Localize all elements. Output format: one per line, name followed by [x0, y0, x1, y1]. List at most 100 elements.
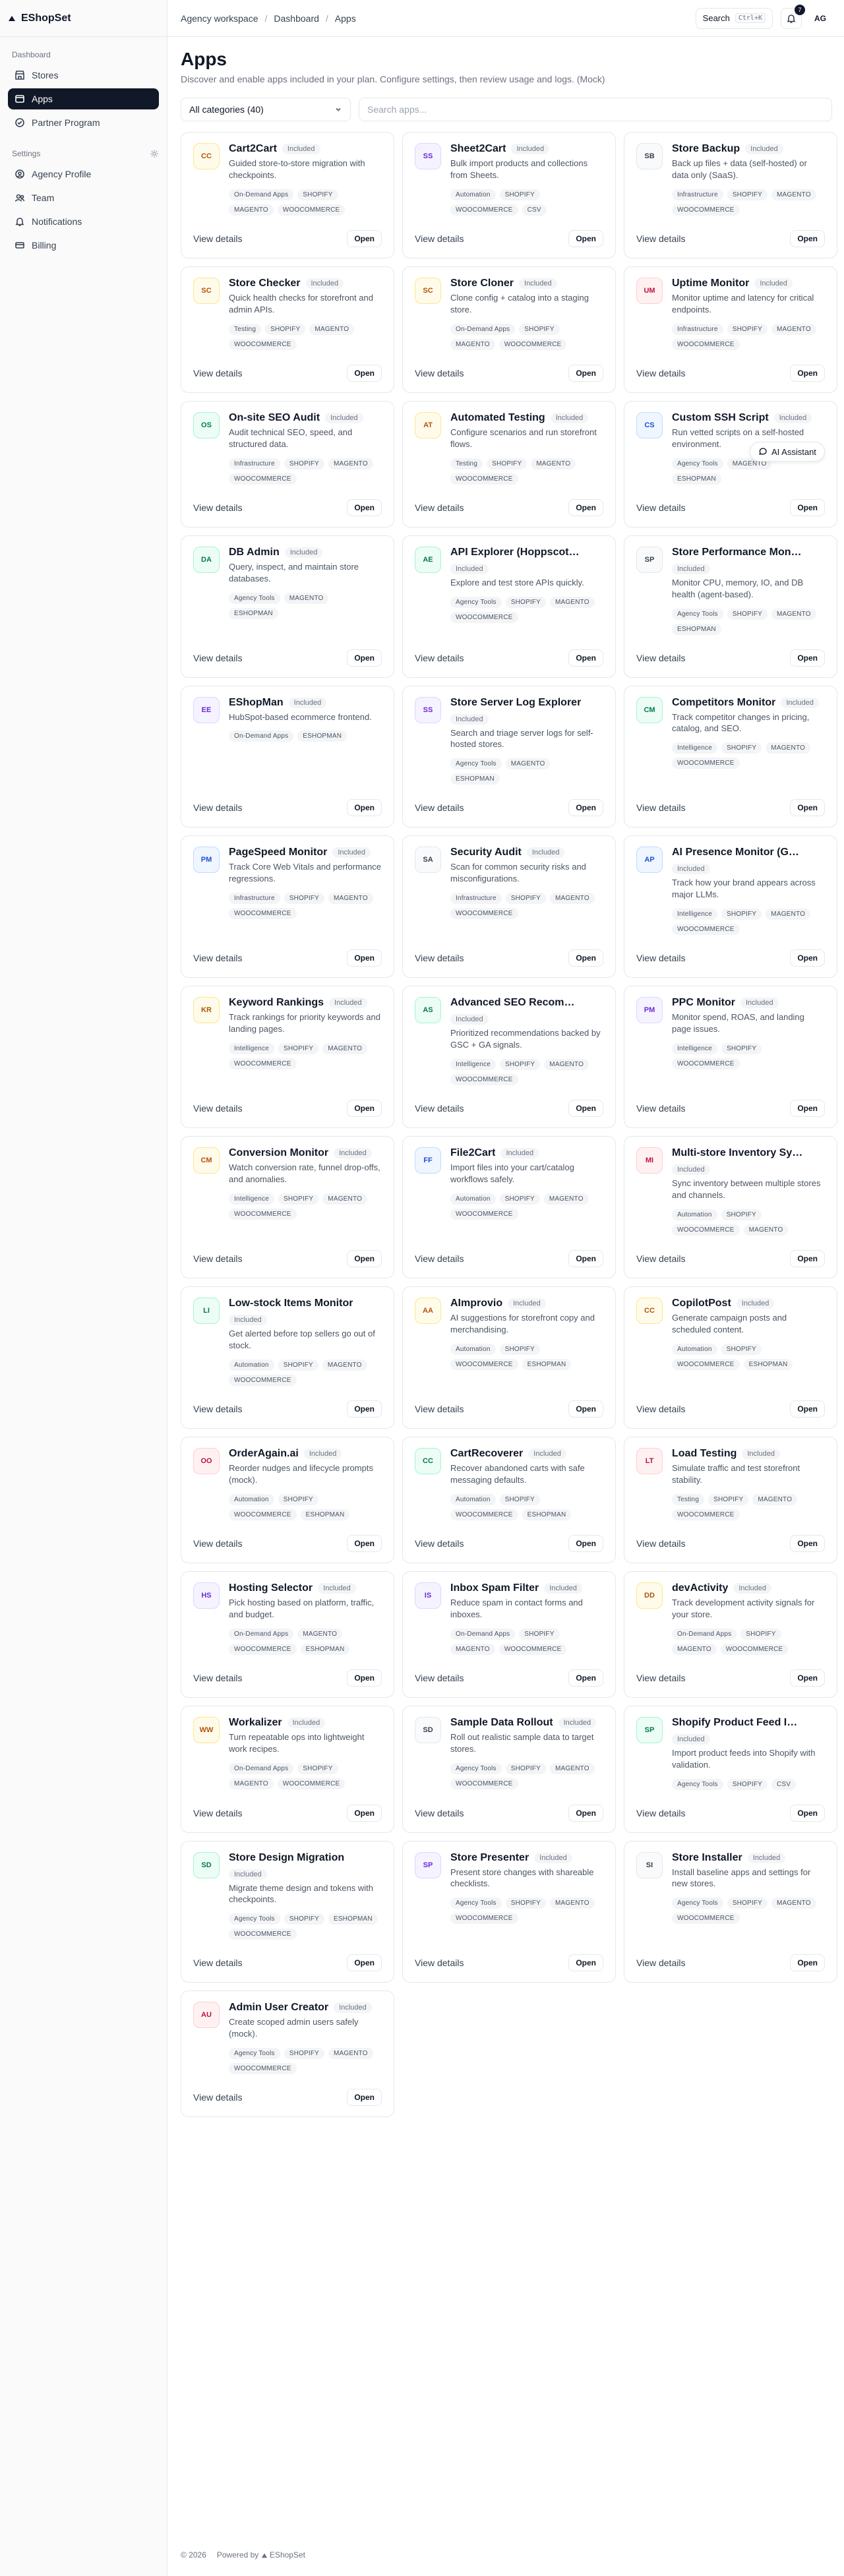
view-details-link[interactable]: View details [193, 1958, 242, 1968]
open-button[interactable]: Open [568, 229, 603, 247]
ai-assistant-button[interactable]: AI Assistant [750, 442, 825, 462]
open-button[interactable]: Open [347, 1250, 382, 1267]
view-details-link[interactable]: View details [415, 1958, 464, 1968]
open-button[interactable]: Open [568, 799, 603, 817]
breadcrumb-item-workspace[interactable]: Agency workspace [181, 13, 258, 24]
app-card[interactable]: SP Store Performance Monitor Included Mo… [624, 535, 837, 678]
open-button[interactable]: Open [347, 364, 382, 382]
open-button[interactable]: Open [347, 1669, 382, 1687]
view-details-link[interactable]: View details [636, 1673, 685, 1683]
view-details-link[interactable]: View details [636, 1103, 685, 1114]
open-button[interactable]: Open [347, 1954, 382, 1972]
app-card[interactable]: CM Conversion Monitor Included Watch con… [181, 1136, 394, 1278]
open-button[interactable]: Open [568, 649, 603, 667]
open-button[interactable]: Open [347, 1400, 382, 1418]
view-details-link[interactable]: View details [193, 653, 242, 663]
app-card[interactable]: CS Custom SSH Script Included Run vetted… [624, 400, 837, 527]
app-card[interactable]: DA DB Admin Included Query, inspect, and… [181, 535, 394, 678]
app-card[interactable]: EE EShopMan Included HubSpot-based ecomm… [181, 685, 394, 828]
sidebar-item-apps[interactable]: Apps [8, 88, 159, 109]
view-details-link[interactable]: View details [415, 1103, 464, 1114]
app-card[interactable]: CC Cart2Cart Included Guided store-to-st… [181, 132, 394, 258]
view-details-link[interactable]: View details [193, 1103, 242, 1114]
open-button[interactable]: Open [790, 1534, 825, 1552]
view-details-link[interactable]: View details [415, 368, 464, 378]
app-card[interactable]: IS Inbox Spam Filter Included Reduce spa… [402, 1571, 616, 1698]
open-button[interactable]: Open [568, 1954, 603, 1972]
open-button[interactable]: Open [568, 498, 603, 516]
open-button[interactable]: Open [790, 229, 825, 247]
app-card[interactable]: SI Store Installer Included Install base… [624, 1840, 837, 1983]
app-card[interactable]: HS Hosting Selector Included Pick hostin… [181, 1571, 394, 1698]
open-button[interactable]: Open [568, 1400, 603, 1418]
app-card[interactable]: LT Load Testing Included Simulate traffi… [624, 1436, 837, 1563]
view-details-link[interactable]: View details [193, 802, 242, 813]
app-card[interactable]: CM Competitors Monitor Included Track co… [624, 685, 837, 828]
app-card[interactable]: SA Security Audit Included Scan for comm… [402, 835, 616, 978]
view-details-link[interactable]: View details [636, 502, 685, 513]
app-card[interactable]: CC CartRecoverer Included Recover abando… [402, 1436, 616, 1563]
view-details-link[interactable]: View details [636, 368, 685, 378]
open-button[interactable]: Open [568, 1100, 603, 1118]
gear-icon[interactable] [150, 149, 159, 158]
view-details-link[interactable]: View details [636, 1253, 685, 1264]
open-button[interactable]: Open [790, 799, 825, 817]
app-card[interactable]: AU Admin User Creator Included Create sc… [181, 1991, 394, 2118]
open-button[interactable]: Open [347, 1804, 382, 1822]
view-details-link[interactable]: View details [636, 1404, 685, 1414]
view-details-link[interactable]: View details [193, 2092, 242, 2103]
view-details-link[interactable]: View details [636, 1958, 685, 1968]
app-card[interactable]: DD devActivity Included Track developmen… [624, 1571, 837, 1698]
app-card[interactable]: OS On-site SEO Audit Included Audit tech… [181, 400, 394, 527]
app-card[interactable]: WW Workalizer Included Turn repeatable o… [181, 1705, 394, 1833]
brand[interactable]: EShopSet [0, 0, 167, 37]
view-details-link[interactable]: View details [193, 1808, 242, 1818]
open-button[interactable]: Open [347, 1534, 382, 1552]
app-card[interactable]: CC CopilotPost Included Generate campaig… [624, 1286, 837, 1429]
view-details-link[interactable]: View details [193, 233, 242, 244]
open-button[interactable]: Open [790, 364, 825, 382]
search-input[interactable] [359, 98, 832, 121]
notifications-button[interactable]: 7 [781, 4, 805, 29]
view-details-link[interactable]: View details [636, 233, 685, 244]
open-button[interactable]: Open [790, 1804, 825, 1822]
open-button[interactable]: Open [790, 498, 825, 516]
open-button[interactable]: Open [790, 1100, 825, 1118]
app-card[interactable]: SB Store Backup Included Back up files +… [624, 132, 837, 258]
view-details-link[interactable]: View details [415, 802, 464, 813]
app-card[interactable]: SC Store Cloner Included Clone config + … [402, 266, 616, 393]
sidebar-item-agency-profile[interactable]: Agency Profile [8, 164, 159, 185]
open-button[interactable]: Open [790, 1954, 825, 1972]
open-button[interactable]: Open [568, 1534, 603, 1552]
view-details-link[interactable]: View details [193, 1673, 242, 1683]
sidebar-item-partner-program[interactable]: Partner Program [8, 112, 159, 133]
app-card[interactable]: KR Keyword Rankings Included Track ranki… [181, 986, 394, 1129]
open-button[interactable]: Open [347, 949, 382, 967]
open-button[interactable]: Open [568, 1669, 603, 1687]
app-card[interactable]: SS Sheet2Cart Included Bulk import produ… [402, 132, 616, 258]
open-button[interactable]: Open [347, 2089, 382, 2107]
view-details-link[interactable]: View details [415, 653, 464, 663]
open-button[interactable]: Open [568, 1804, 603, 1822]
app-card[interactable]: SP Store Presenter Included Present stor… [402, 1840, 616, 1983]
view-details-link[interactable]: View details [415, 1808, 464, 1818]
view-details-link[interactable]: View details [415, 233, 464, 244]
app-card[interactable]: AP AI Presence Monitor (GEO) Included Tr… [624, 835, 837, 978]
category-select[interactable]: All categories (40) [181, 98, 351, 121]
app-card[interactable]: AA AImprovio Included AI suggestions for… [402, 1286, 616, 1429]
open-button[interactable]: Open [568, 364, 603, 382]
view-details-link[interactable]: View details [636, 653, 685, 663]
open-button[interactable]: Open [347, 649, 382, 667]
open-button[interactable]: Open [790, 649, 825, 667]
app-card[interactable]: PM PPC Monitor Included Monitor spend, R… [624, 986, 837, 1129]
view-details-link[interactable]: View details [193, 953, 242, 963]
sidebar-item-notifications[interactable]: Notifications [8, 211, 159, 232]
view-details-link[interactable]: View details [415, 1673, 464, 1683]
search-button[interactable]: Search Ctrl+K [695, 7, 773, 29]
sidebar-item-stores[interactable]: Stores [8, 65, 159, 86]
view-details-link[interactable]: View details [636, 802, 685, 813]
app-card[interactable]: SC Store Checker Included Quick health c… [181, 266, 394, 393]
app-card[interactable]: LI Low-stock Items Monitor Included Get … [181, 1286, 394, 1429]
view-details-link[interactable]: View details [193, 368, 242, 378]
breadcrumb-item-dashboard[interactable]: Dashboard [274, 13, 319, 24]
